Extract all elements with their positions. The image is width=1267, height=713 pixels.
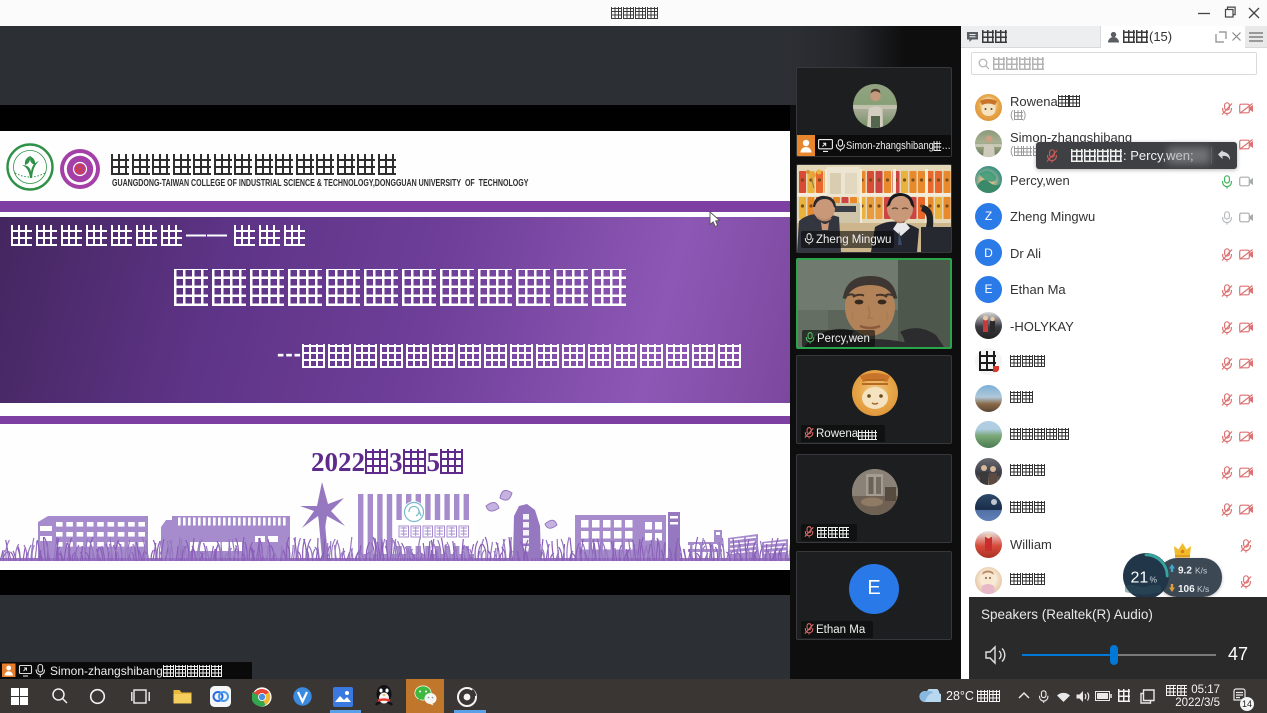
svg-text:9.2: 9.2 — [1178, 566, 1192, 577]
svg-text:21: 21 — [1131, 570, 1149, 587]
svg-text:K/s: K/s — [1195, 566, 1207, 576]
svg-text:106: 106 — [1178, 584, 1195, 595]
svg-text:K/s: K/s — [1197, 584, 1209, 594]
svg-text:%: % — [1150, 575, 1158, 585]
